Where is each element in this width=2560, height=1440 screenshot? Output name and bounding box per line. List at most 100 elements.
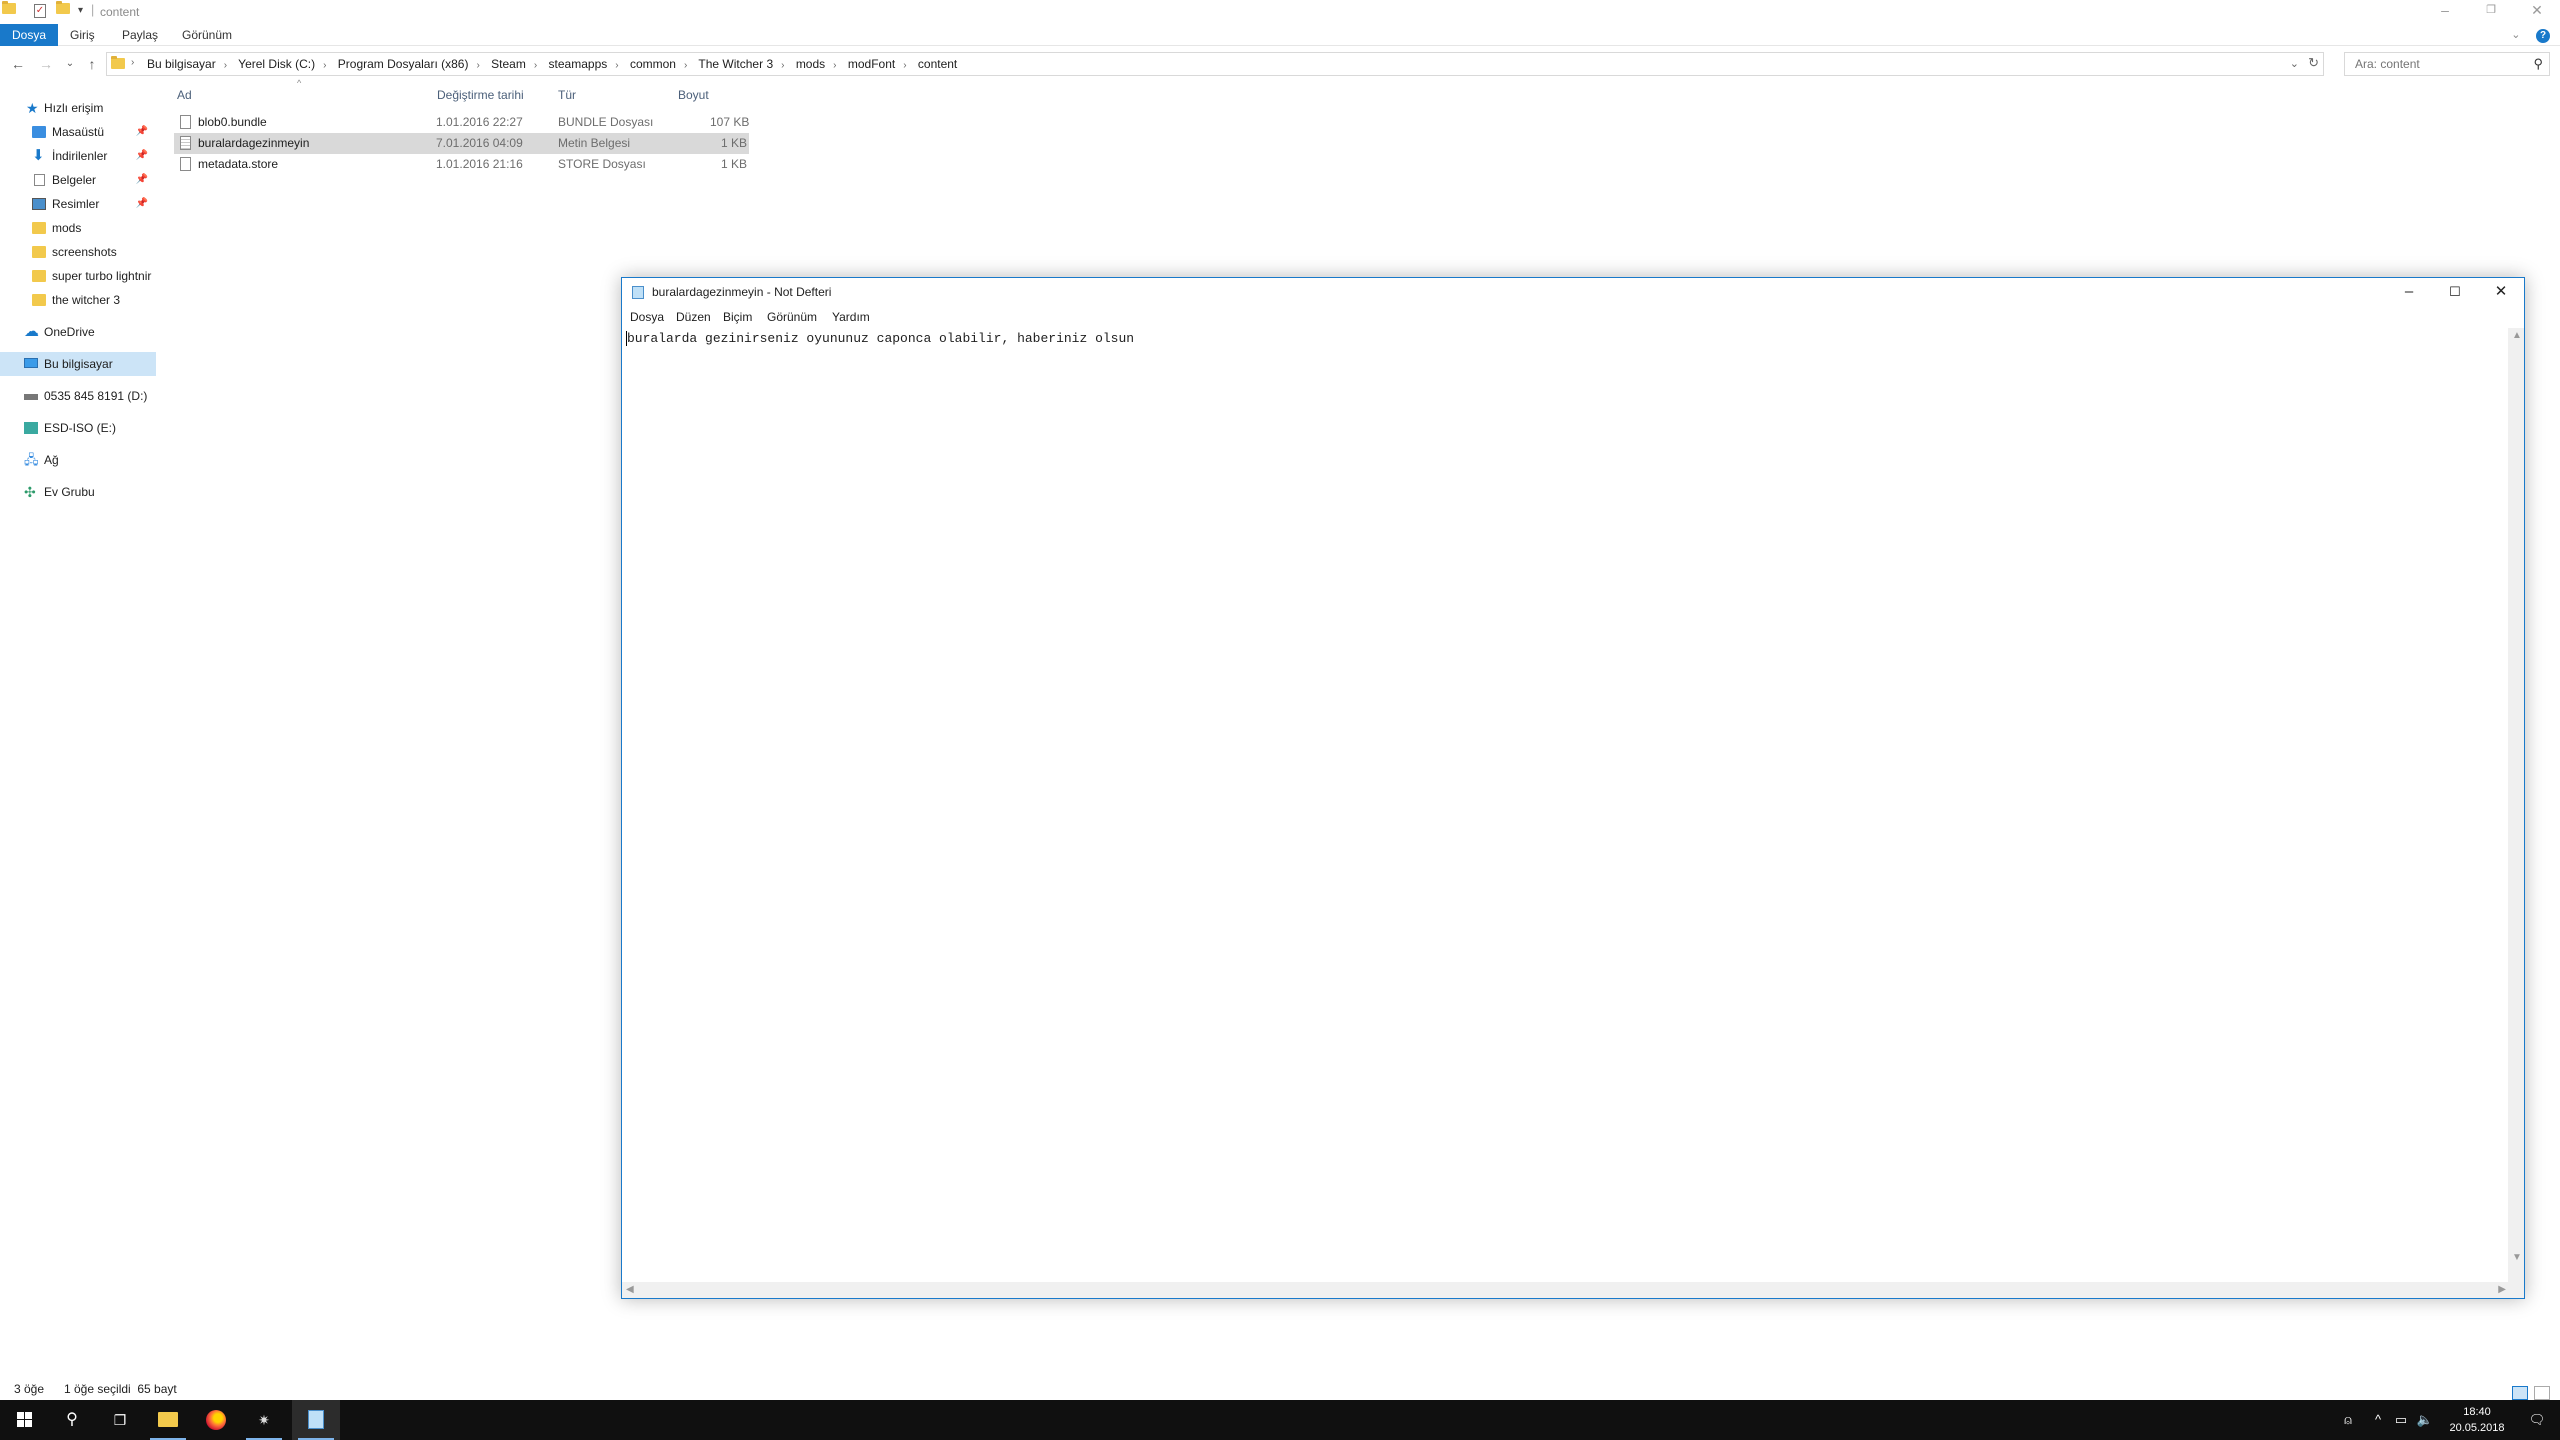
scroll-up-icon[interactable]: ▲ xyxy=(2512,330,2522,341)
column-header-type[interactable]: Tür xyxy=(558,88,576,102)
help-icon[interactable]: ? xyxy=(2536,29,2550,43)
ribbon-tab-share[interactable]: Paylaş xyxy=(110,24,170,46)
breadcrumb-item[interactable]: content xyxy=(918,57,957,71)
breadcrumb-item[interactable]: Yerel Disk (C:) xyxy=(238,57,315,71)
action-center-icon[interactable]: 🗨 xyxy=(2522,1400,2552,1440)
file-row[interactable]: buralardagezinmeyin 7.01.2016 04:09 Meti… xyxy=(174,133,749,154)
large-icons-view-icon[interactable] xyxy=(2534,1385,2550,1400)
forward-arrow-icon[interactable]: → xyxy=(36,54,56,74)
breadcrumb-separator-icon[interactable]: › xyxy=(903,60,906,71)
breadcrumb-separator-icon[interactable]: › xyxy=(476,60,479,71)
address-dropdown-icon[interactable]: ⌄ xyxy=(2290,57,2299,70)
up-arrow-icon[interactable]: ↑ xyxy=(82,54,102,74)
pin-icon[interactable]: 📌 xyxy=(136,144,148,168)
breadcrumb-item[interactable]: mods xyxy=(796,57,825,71)
network-icon: 🖧 xyxy=(24,452,39,467)
ribbon-tab-home[interactable]: Giriş xyxy=(58,24,107,46)
nav-onedrive[interactable]: ☁ OneDrive xyxy=(0,320,156,344)
file-row[interactable]: metadata.store 1.01.2016 21:16 STORE Dos… xyxy=(174,154,749,175)
nav-item-the-witcher-3[interactable]: the witcher 3 xyxy=(0,288,156,312)
nav-quick-access[interactable]: ★ Hızlı erişim xyxy=(0,96,156,120)
taskbar-firefox-button[interactable] xyxy=(192,1400,240,1440)
notepad-maximize-button[interactable]: ☐ xyxy=(2432,278,2478,306)
file-row[interactable]: blob0.bundle 1.01.2016 22:27 BUNDLE Dosy… xyxy=(174,112,749,133)
column-header-size[interactable]: Boyut xyxy=(678,88,709,102)
nav-item-desktop[interactable]: Masaüstü 📌 xyxy=(0,120,156,144)
scroll-left-icon[interactable]: ◀ xyxy=(626,1284,634,1295)
clock[interactable]: 18:40 20.05.2018 xyxy=(2442,1404,2512,1436)
nav-item-pictures[interactable]: Resimler 📌 xyxy=(0,192,156,216)
menu-file[interactable]: Dosya xyxy=(630,310,664,324)
restore-button[interactable]: ❐ xyxy=(2468,0,2514,22)
scroll-right-icon[interactable]: ▶ xyxy=(2498,1284,2506,1295)
menu-edit[interactable]: Düzen xyxy=(676,310,711,324)
nav-drive-e[interactable]: ESD-ISO (E:) xyxy=(0,416,156,440)
nav-item-downloads[interactable]: ⬇ İndirilenler 📌 xyxy=(0,144,156,168)
pin-icon[interactable]: 📌 xyxy=(136,168,148,192)
pin-icon[interactable]: 📌 xyxy=(136,192,148,216)
breadcrumb-separator-icon[interactable]: › xyxy=(781,60,784,71)
ribbon-tab-file[interactable]: Dosya xyxy=(0,24,59,46)
search-input[interactable] xyxy=(2353,54,2523,74)
breadcrumb-item[interactable]: common xyxy=(630,57,676,71)
nav-homegroup[interactable]: ✣ Ev Grubu xyxy=(0,480,156,504)
minimize-button[interactable]: – xyxy=(2422,0,2468,22)
breadcrumb-item[interactable]: Bu bilgisayar xyxy=(147,57,216,71)
search-taskbar-icon[interactable]: ⚲ xyxy=(48,1400,96,1440)
show-hidden-icons-icon[interactable]: ^ xyxy=(2366,1400,2390,1440)
menu-help[interactable]: Yardım xyxy=(832,310,870,324)
breadcrumb-chevron-icon[interactable]: › xyxy=(131,57,134,68)
menu-format[interactable]: Biçim xyxy=(723,310,752,324)
taskbar-explorer-button[interactable] xyxy=(144,1400,192,1440)
breadcrumb-item[interactable]: modFont xyxy=(848,57,895,71)
touch-keyboard-icon[interactable]: ⍝ xyxy=(2336,1400,2360,1440)
notepad-text-area[interactable]: buralarda gezinirseniz oyununuz caponca … xyxy=(622,328,2510,1283)
column-header-date[interactable]: Değiştirme tarihi xyxy=(437,88,524,102)
address-bar[interactable]: › Bu bilgisayar › Yerel Disk (C:) › Progra… xyxy=(106,52,2324,76)
volume-icon[interactable]: 🔈 xyxy=(2414,1400,2436,1440)
notepad-close-button[interactable]: ✕ xyxy=(2478,278,2524,306)
search-icon[interactable]: ⚲ xyxy=(2533,56,2543,72)
nav-item-super-turbo[interactable]: super turbo lightnir xyxy=(0,264,156,288)
taskbar-game-button[interactable]: ✷ xyxy=(240,1400,288,1440)
new-folder-icon[interactable] xyxy=(56,1,70,19)
nav-this-pc[interactable]: Bu bilgisayar xyxy=(0,352,156,376)
taskbar-notepad-button[interactable] xyxy=(292,1400,340,1440)
breadcrumb-item[interactable]: The Witcher 3 xyxy=(698,57,773,71)
breadcrumb-separator-icon[interactable]: › xyxy=(684,60,687,71)
menu-view[interactable]: Görünüm xyxy=(767,310,817,324)
breadcrumb-item[interactable]: Steam xyxy=(491,57,526,71)
breadcrumb-item[interactable]: steamapps xyxy=(549,57,608,71)
text-file-icon xyxy=(180,136,191,150)
close-button[interactable]: ✕ xyxy=(2514,0,2560,22)
details-view-icon[interactable] xyxy=(2511,1385,2528,1400)
start-button[interactable] xyxy=(0,1400,48,1440)
properties-icon[interactable]: ✓ xyxy=(34,4,46,18)
scroll-down-icon[interactable]: ▼ xyxy=(2512,1252,2522,1263)
nav-drive-d[interactable]: 0535 845 8191 (D:) xyxy=(0,384,156,408)
resize-grip[interactable] xyxy=(2508,1282,2524,1298)
horizontal-scrollbar[interactable]: ◀ ▶ xyxy=(622,1282,2510,1298)
nav-item-mods[interactable]: mods xyxy=(0,216,156,240)
expand-ribbon-icon[interactable]: ⌄ xyxy=(2511,29,2520,41)
nav-network[interactable]: 🖧 Ağ xyxy=(0,448,156,472)
breadcrumb-item[interactable]: Program Dosyaları (x86) xyxy=(338,57,469,71)
nav-item-screenshots[interactable]: screenshots xyxy=(0,240,156,264)
back-arrow-icon[interactable]: ← xyxy=(8,54,28,74)
pin-icon[interactable]: 📌 xyxy=(136,120,148,144)
column-header-name[interactable]: Ad xyxy=(177,88,192,102)
nav-item-documents[interactable]: Belgeler 📌 xyxy=(0,168,156,192)
vertical-scrollbar[interactable]: ▲ ▼ xyxy=(2508,328,2524,1283)
breadcrumb-separator-icon[interactable]: › xyxy=(323,60,326,71)
quick-access-toolbar-dropdown-icon[interactable]: ▾ xyxy=(78,5,83,21)
ribbon-tab-view[interactable]: Görünüm xyxy=(170,24,244,46)
network-icon[interactable]: ▭ xyxy=(2390,1400,2412,1440)
notepad-minimize-button[interactable]: – xyxy=(2386,278,2432,306)
breadcrumb-separator-icon[interactable]: › xyxy=(615,60,618,71)
breadcrumb-separator-icon[interactable]: › xyxy=(833,60,836,71)
breadcrumb-separator-icon[interactable]: › xyxy=(534,60,537,71)
breadcrumb-separator-icon[interactable]: › xyxy=(224,60,227,71)
recent-locations-icon[interactable]: ⌄ xyxy=(60,54,80,74)
refresh-icon[interactable]: ↻ xyxy=(2308,55,2319,71)
task-view-icon[interactable]: ❐ xyxy=(96,1400,144,1440)
